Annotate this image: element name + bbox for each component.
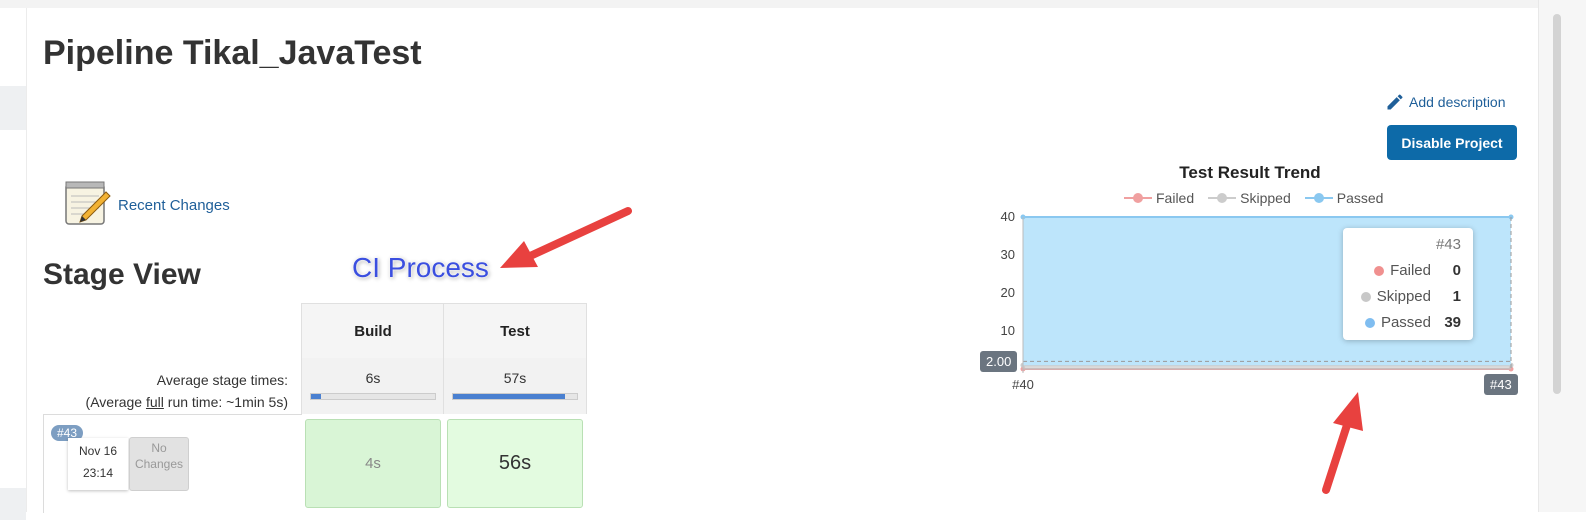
legend-label: Passed <box>1336 190 1384 206</box>
average-times-label: Average stage times: (Average full run t… <box>86 369 288 413</box>
tooltip-title: #43 <box>1435 236 1461 253</box>
stage-header-test: Test <box>443 303 587 360</box>
legend-item-passed[interactable]: Passed <box>1304 190 1384 206</box>
legend-label: Failed <box>1156 190 1195 206</box>
y-tick-label: 10 <box>1001 323 1015 338</box>
average-time-value: 57s <box>503 370 527 386</box>
run-changes-line2: Changes <box>134 457 184 471</box>
run-date-day: Nov 16 <box>78 444 118 458</box>
chart-legend: Failed Skipped Passed <box>1124 190 1383 206</box>
average-stage-times-text: Average stage times: <box>156 372 288 388</box>
average-time-bar-fill <box>311 394 321 399</box>
run-changes[interactable]: No Changes <box>129 437 189 491</box>
y-tick-label: 30 <box>1001 247 1015 262</box>
run-row-header[interactable]: #43 Nov 16 23:14 No Changes <box>43 414 302 513</box>
run-date-time: 23:14 <box>82 466 114 480</box>
legend-item-skipped[interactable]: Skipped <box>1208 190 1291 206</box>
average-time-bar-fill <box>453 394 565 399</box>
chart-tooltip: #43 Failed 0 Skipped 1 Passed 39 <box>1343 228 1473 340</box>
annotation-arrow <box>500 207 632 268</box>
x-tick-label: #40 <box>1012 377 1034 392</box>
legend-marker <box>1124 193 1152 203</box>
stage-header-build: Build <box>301 303 445 360</box>
tooltip-value: 39 <box>1444 314 1461 331</box>
legend-marker <box>1304 193 1333 203</box>
average-time-build: 6s <box>301 358 445 414</box>
tooltip-dot <box>1364 317 1375 328</box>
stage-cell-test[interactable]: 56s <box>447 419 583 508</box>
tooltip-value: 1 <box>1452 288 1461 305</box>
average-time-value: 6s <box>365 370 381 386</box>
average-run-time-text: (Average full run time: ~1min 5s) <box>85 394 288 410</box>
tooltip-dot <box>1360 291 1371 302</box>
average-time-test: 57s <box>443 358 587 414</box>
tooltip-label: Skipped <box>1376 288 1431 305</box>
average-time-bar <box>310 393 436 400</box>
tooltip-value: 0 <box>1452 262 1461 279</box>
legend-label: Skipped <box>1240 190 1291 206</box>
tooltip-label: Failed <box>1390 262 1431 279</box>
run-date: Nov 16 23:14 <box>68 438 128 490</box>
crosshair-y-label: 2.00 <box>980 351 1018 372</box>
average-time-bar <box>452 393 578 400</box>
crosshair-x-label: #43 <box>1484 374 1518 395</box>
y-tick-label: 20 <box>1001 285 1015 300</box>
tooltip-row-failed: Failed 0 <box>1343 262 1461 279</box>
legend-item-failed[interactable]: Failed <box>1124 190 1194 206</box>
tooltip-row-passed: Passed 39 <box>1343 314 1461 331</box>
legend-marker <box>1208 193 1237 203</box>
tooltip-row-skipped: Skipped 1 <box>1343 288 1461 305</box>
run-changes-line1: No <box>151 441 167 455</box>
y-tick-label: 40 <box>1001 209 1015 224</box>
chart-title: Test Result Trend <box>1179 163 1321 182</box>
stage-cell-build[interactable]: 4s <box>305 419 441 508</box>
tooltip-label: Passed <box>1380 314 1431 331</box>
annotation-arrow <box>1322 392 1363 494</box>
tooltip-dot <box>1374 265 1385 276</box>
stage-view-table: Build Test Average stage times: (Average… <box>43 303 588 513</box>
